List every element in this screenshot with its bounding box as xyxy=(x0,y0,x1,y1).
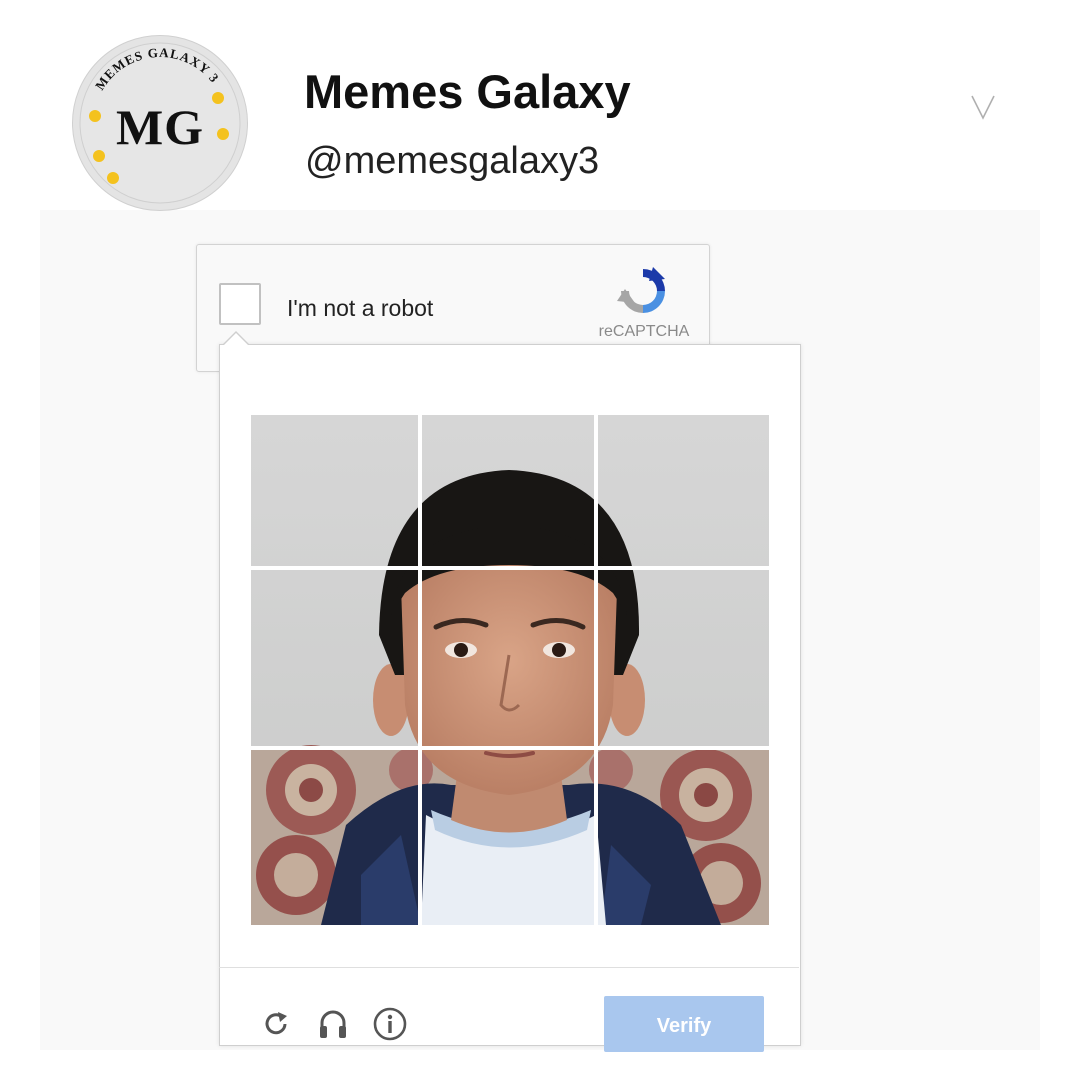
avatar[interactable]: MEMES GALAXY 3 MG xyxy=(72,35,248,211)
grid-tile-7[interactable] xyxy=(251,750,418,925)
grid-tile-2[interactable] xyxy=(422,415,594,566)
grid-tile-4[interactable] xyxy=(251,570,418,746)
grid-tile-6[interactable] xyxy=(598,570,769,746)
profile-name: Memes Galaxy xyxy=(304,65,631,118)
grid-tile-5[interactable] xyxy=(422,570,594,746)
recaptcha-brand: reCAPTCHA xyxy=(598,323,690,340)
grid-tile-8[interactable] xyxy=(422,750,594,925)
grid-tile-3[interactable] xyxy=(598,415,769,566)
not-robot-checkbox[interactable] xyxy=(219,283,261,325)
challenge-image-grid xyxy=(251,415,769,925)
verify-button[interactable]: Verify xyxy=(604,996,764,1052)
avatar-monogram: MG xyxy=(115,99,205,155)
chevron-down-icon[interactable] xyxy=(968,92,998,127)
checkbox-label: I'm not a robot xyxy=(287,295,434,321)
grid-tile-1[interactable] xyxy=(251,415,418,566)
popup-footer-divider xyxy=(219,967,799,968)
reload-icon[interactable] xyxy=(258,1006,294,1042)
profile-handle: @memesgalaxy3 xyxy=(305,140,600,182)
popup-pointer-inner xyxy=(224,333,248,345)
recaptcha-logo-icon xyxy=(615,263,671,324)
headphones-icon[interactable] xyxy=(315,1006,351,1042)
info-icon[interactable] xyxy=(372,1006,408,1042)
grid-tile-9[interactable] xyxy=(598,750,769,925)
